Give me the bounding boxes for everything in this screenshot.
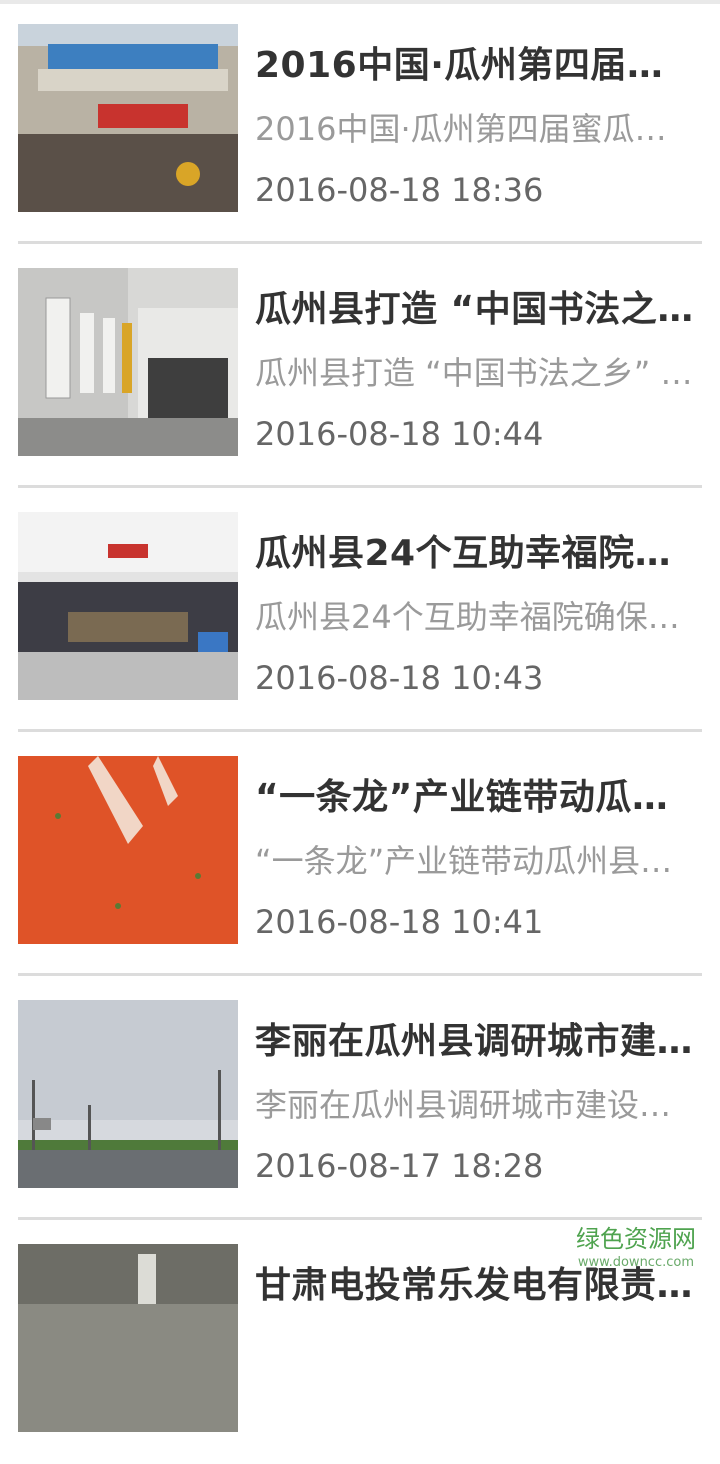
news-title: 2016中国·瓜州第四届蜜瓜节暨红色旅游文化 [255,45,695,86]
news-date: 2016-08-18 10:44 [255,415,544,453]
news-summary: 2016中国·瓜州第四届蜜瓜构建 [255,110,695,148]
news-summary: 瓜州县打造 “中国书法之乡” 工作 [255,354,695,392]
news-item[interactable]: 瓜州县打造 “中国书法之乡” 瓜州县打造 “中国书法之乡” 工作 2016-08… [0,244,720,488]
calligraphy-hall-image [18,268,238,456]
news-item[interactable]: 瓜州县24个互助幸福院确保夕阳红 瓜州县24个互助幸福院确保夕阳红 2016-0… [0,488,720,732]
news-date: 2016-08-18 10:41 [255,903,544,941]
news-title: 李丽在瓜州县调研城市建设工作 [255,1021,695,1062]
news-title: “一条龙”产业链带动瓜州县枸杞 [255,777,695,818]
goji-berries-image [18,756,238,944]
news-summary: 瓜州县24个互助幸福院确保夕阳红 [255,598,695,636]
news-title: 瓜州县打造 “中国书法之乡” [255,289,695,330]
news-date: 2016-08-18 18:36 [255,171,544,209]
news-item[interactable]: “一条龙”产业链带动瓜州县枸杞 “一条龙”产业链带动瓜州县构建 2016-08-… [0,732,720,976]
building-image [18,1244,238,1432]
news-date: 2016-08-17 18:28 [255,1147,544,1185]
news-summary: 李丽在瓜州县调研城市建设工作 [255,1086,695,1124]
news-title: 瓜州县24个互助幸福院确保夕阳红 [255,533,695,574]
news-item[interactable]: 李丽在瓜州县调研城市建设工作 李丽在瓜州县调研城市建设工作 2016-08-17… [0,976,720,1220]
watermark-url: www.downcc.com [577,1255,694,1270]
news-date: 2016-08-18 10:43 [255,659,544,697]
city-road-image [18,1000,238,1188]
fair-crowd-image [18,24,238,212]
news-item[interactable]: 2016中国·瓜州第四届蜜瓜节暨红色旅游文化 2016中国·瓜州第四届蜜瓜构建 … [0,0,720,244]
news-summary: “一条龙”产业链带动瓜州县构建 [255,842,695,880]
elderly-hall-image [18,512,238,700]
watermark-logo: 绿色资源网 [576,1225,696,1253]
